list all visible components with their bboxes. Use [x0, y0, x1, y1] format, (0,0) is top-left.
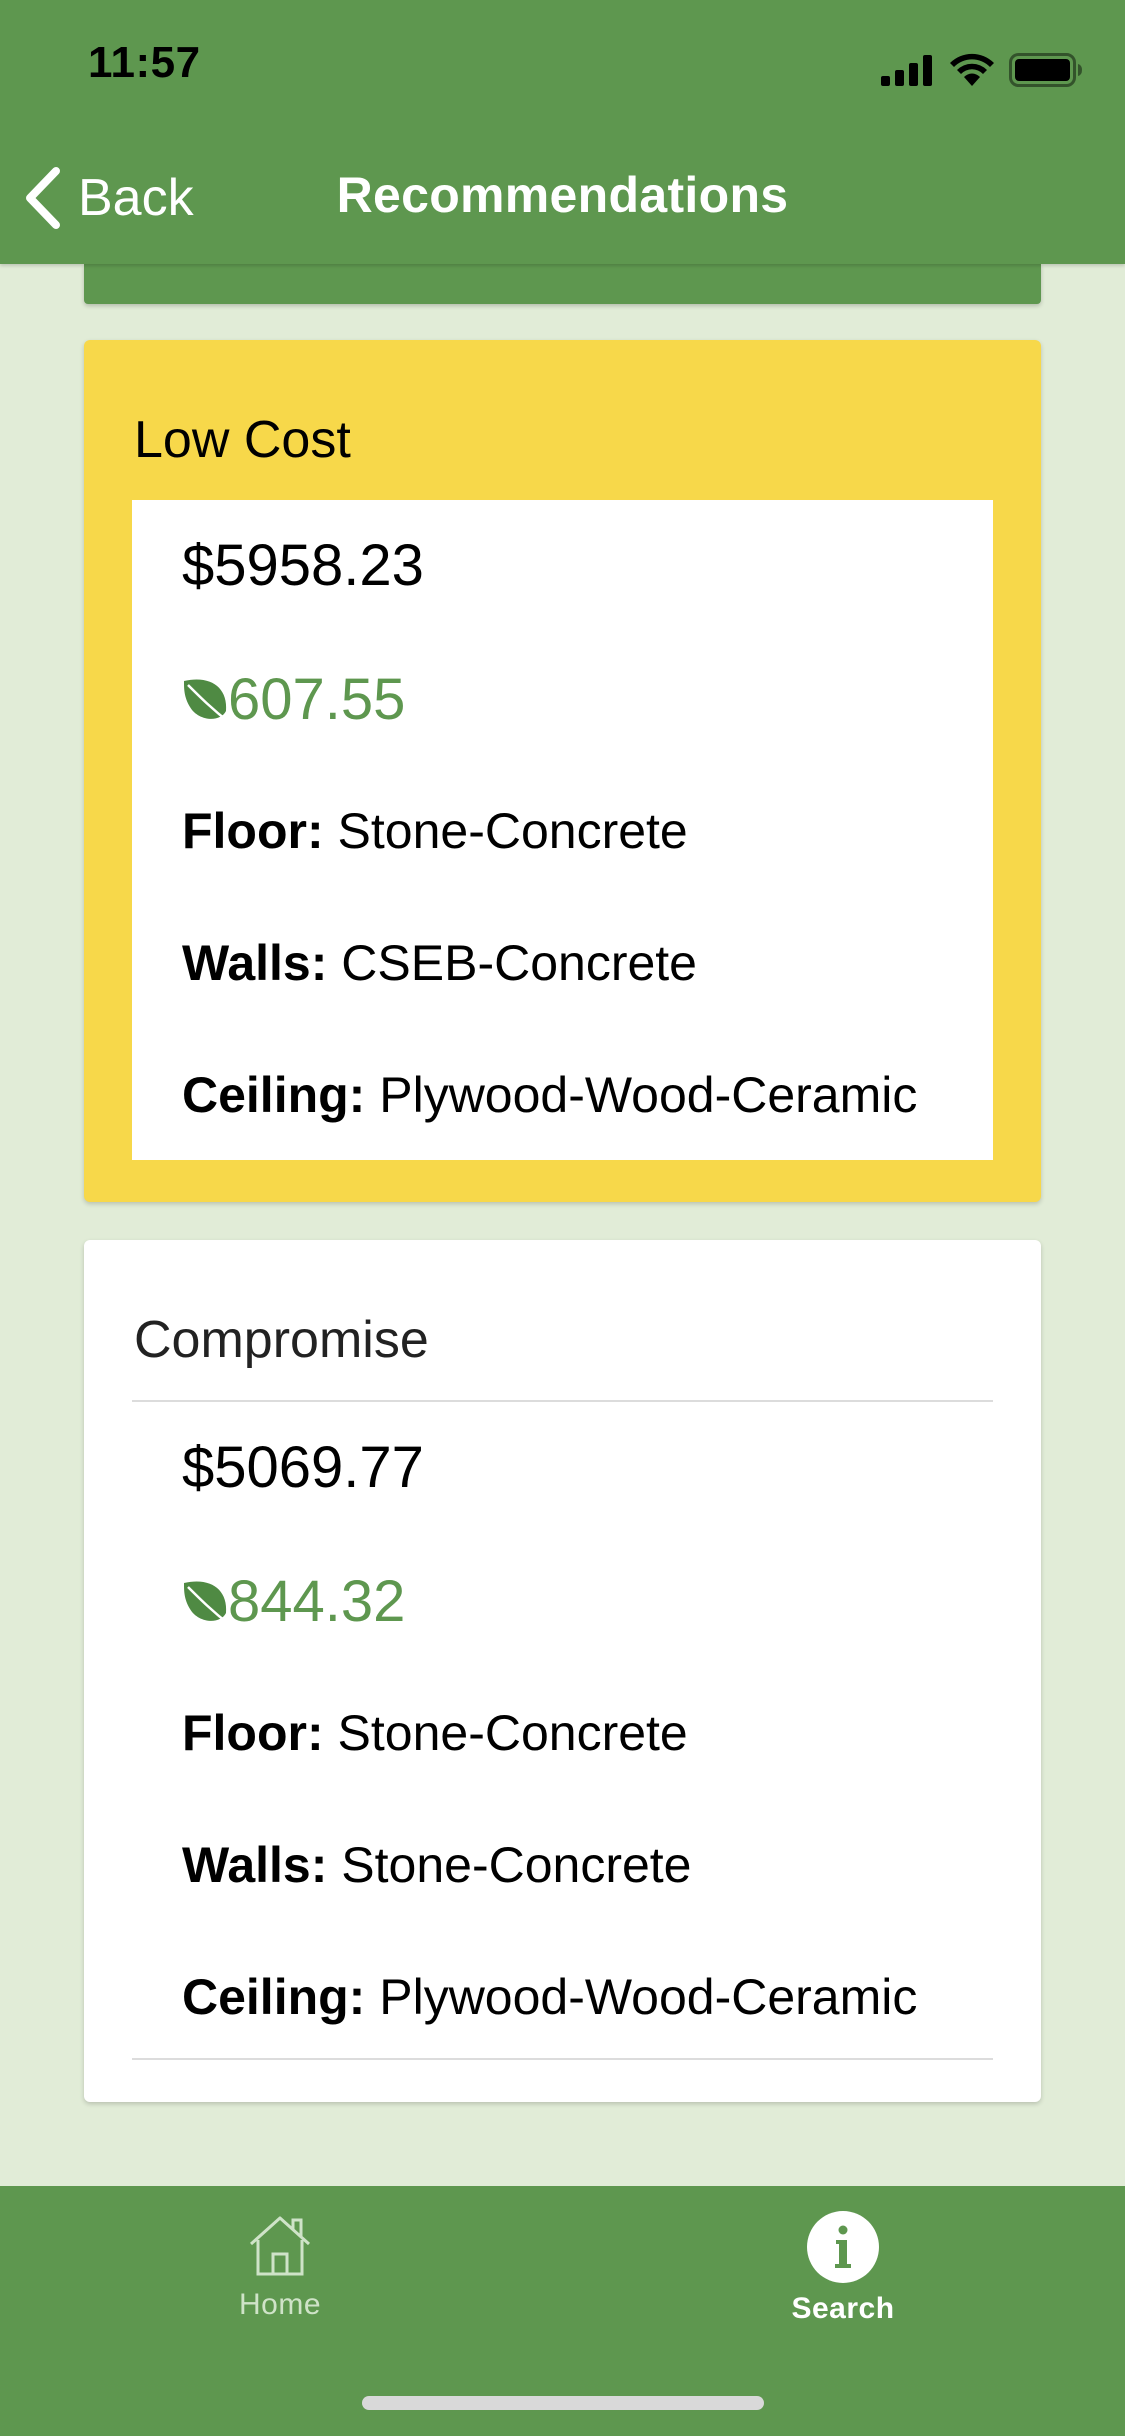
ceiling-row: Ceiling: Plywood-Wood-Ceramic	[182, 1066, 917, 1124]
tab-search-label: Search	[791, 2292, 895, 2325]
ceiling-label: Ceiling:	[182, 1067, 366, 1123]
eco-score: 607.55	[180, 664, 405, 734]
leaf-icon	[184, 679, 231, 724]
page-title: Recommendations	[336, 167, 789, 223]
card-body: $5069.77 844.32 Floor: Stone-Concrete Wa…	[132, 1400, 993, 2060]
nav-header: 11:57 Back Recommendations	[0, 0, 1125, 264]
home-icon	[249, 2216, 311, 2276]
floor-row: Floor: Stone-Concrete	[182, 1704, 688, 1762]
info-icon	[807, 2211, 879, 2283]
ceiling-label: Ceiling:	[182, 1969, 366, 2025]
walls-label: Walls:	[182, 935, 328, 991]
recommendations-list[interactable]: Low Cost $5958.23 607.55 Floor: Stone-Co…	[0, 264, 1125, 2186]
status-icons	[881, 48, 1083, 92]
walls-value: Stone-Concrete	[341, 1837, 692, 1893]
eco-score: 844.32	[180, 1566, 405, 1636]
floor-label: Floor:	[182, 1705, 324, 1761]
ceiling-value: Plywood-Wood-Ceramic	[379, 1067, 918, 1123]
card-body: $5958.23 607.55 Floor: Stone-Concrete Wa…	[132, 500, 993, 1160]
ceiling-row: Ceiling: Plywood-Wood-Ceramic	[182, 1968, 917, 2026]
price-value: $5958.23	[182, 533, 424, 598]
eco-score-value: 607.55	[228, 666, 406, 732]
walls-row: Walls: Stone-Concrete	[182, 1836, 692, 1894]
floor-value: Stone-Concrete	[337, 803, 688, 859]
home-indicator[interactable]	[362, 2396, 764, 2410]
floor-value: Stone-Concrete	[337, 1705, 688, 1761]
ceiling-value: Plywood-Wood-Ceramic	[379, 1969, 918, 2025]
tab-search[interactable]: Search	[693, 2210, 993, 2360]
previous-card-edge	[84, 264, 1041, 304]
price-value: $5069.77	[182, 1435, 424, 1500]
eco-score-value: 844.32	[228, 1568, 406, 1634]
floor-label: Floor:	[182, 803, 324, 859]
signal-icon	[881, 55, 932, 86]
leaf-icon	[184, 1581, 231, 1626]
card-title: Low Cost	[134, 411, 351, 469]
tab-home-label: Home	[238, 2288, 322, 2321]
battery-icon	[1009, 53, 1082, 87]
status-time: 11:57	[88, 38, 201, 87]
walls-row: Walls: CSEB-Concrete	[182, 934, 697, 992]
floor-row: Floor: Stone-Concrete	[182, 802, 688, 860]
wifi-icon	[950, 53, 994, 86]
recommendation-card-compromise[interactable]: Compromise $5069.77 844.32 Floor: Stone-…	[84, 1240, 1041, 2102]
walls-value: CSEB-Concrete	[341, 935, 697, 991]
tab-home[interactable]: Home	[130, 2210, 430, 2360]
card-title: Compromise	[134, 1311, 429, 1369]
recommendation-card-low-cost[interactable]: Low Cost $5958.23 607.55 Floor: Stone-Co…	[84, 340, 1041, 1202]
walls-label: Walls:	[182, 1837, 328, 1893]
